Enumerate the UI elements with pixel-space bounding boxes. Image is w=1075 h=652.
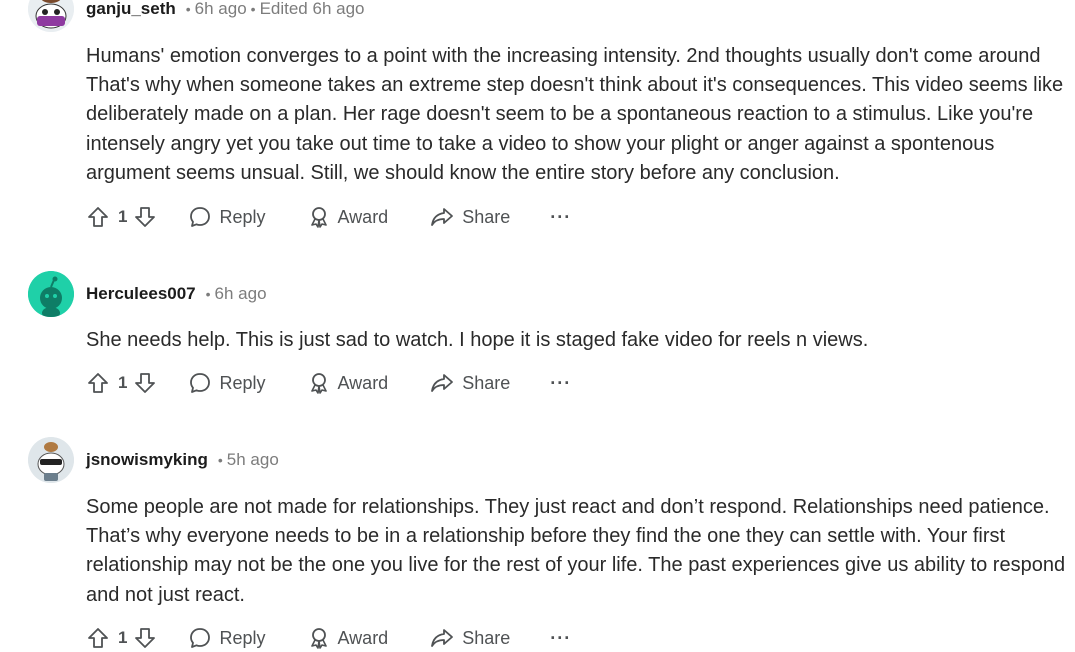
share-icon [431, 629, 454, 647]
reply-icon [190, 373, 211, 393]
upvote-button[interactable] [86, 371, 110, 395]
timestamp: 6h ago [214, 284, 267, 303]
upvote-button[interactable] [86, 626, 110, 650]
award-button[interactable]: Award [308, 206, 389, 228]
comment-header: ganju_seth • 6h ago • Edited 6h ago [28, 0, 365, 32]
separator-dot: • [250, 1, 256, 17]
reply-label: Reply [219, 372, 266, 393]
snoo-avatar-icon [28, 437, 74, 483]
award-label: Award [337, 372, 389, 393]
more-icon: ··· [550, 206, 572, 227]
separator-dot: • [217, 452, 223, 468]
vote-score: 1 [118, 373, 128, 392]
upvote-icon [88, 628, 108, 648]
comment-thread: ganju_seth • 6h ago • Edited 6h ago Huma… [0, 0, 1075, 652]
share-button[interactable]: Share [430, 372, 510, 394]
award-button[interactable]: Award [308, 627, 389, 649]
downvote-icon [135, 628, 156, 648]
comment-actions: 1 Reply Award Share ··· [86, 621, 571, 652]
snoo-avatar-icon [28, 271, 74, 317]
separator-dot: • [185, 1, 191, 17]
reply-button[interactable]: Reply [189, 372, 266, 394]
edited-label: Edited 6h ago [259, 0, 365, 18]
more-options-button[interactable]: ··· [550, 207, 571, 228]
reply-icon [190, 628, 211, 648]
award-icon [310, 207, 327, 228]
timestamp: 6h ago [194, 0, 247, 18]
reply-icon [190, 207, 211, 227]
downvote-button[interactable] [133, 205, 157, 229]
upvote-button[interactable] [86, 205, 110, 229]
reply-label: Reply [219, 206, 266, 227]
share-label: Share [462, 627, 511, 648]
comment-header: Herculees007 • 6h ago [28, 271, 267, 317]
more-icon: ··· [550, 627, 572, 648]
reply-button[interactable]: Reply [189, 206, 266, 228]
more-options-button[interactable]: ··· [550, 628, 571, 649]
separator-dot: • [205, 286, 211, 302]
share-label: Share [462, 206, 511, 227]
share-icon [431, 374, 454, 392]
award-label: Award [337, 206, 389, 227]
username[interactable]: ganju_seth [86, 0, 176, 19]
timestamp: 5h ago [226, 450, 279, 469]
avatar[interactable] [28, 0, 74, 32]
comment-body: Some people are not made for relationshi… [86, 496, 1066, 606]
username[interactable]: Herculees007 [86, 284, 196, 304]
share-button[interactable]: Share [430, 206, 510, 228]
reply-label: Reply [219, 627, 266, 648]
comment-actions: 1 Reply Award Share ··· [86, 200, 571, 234]
downvote-icon [135, 207, 156, 227]
share-label: Share [462, 372, 511, 393]
vote-score: 1 [118, 207, 128, 226]
reply-button[interactable]: Reply [189, 627, 266, 649]
avatar[interactable] [28, 437, 74, 483]
award-label: Award [337, 627, 389, 648]
award-icon [310, 373, 327, 394]
more-icon: ··· [550, 372, 572, 393]
vote-score: 1 [118, 628, 128, 647]
share-button[interactable]: Share [430, 627, 510, 649]
comment-body: Humans' emotion converges to a point wit… [86, 45, 1064, 184]
username[interactable]: jsnowismyking [86, 450, 208, 470]
downvote-button[interactable] [133, 371, 157, 395]
award-button[interactable]: Award [308, 372, 389, 394]
share-icon [431, 208, 454, 226]
downvote-icon [135, 373, 156, 393]
comment-actions: 1 Reply Award Share ··· [86, 366, 571, 400]
more-options-button[interactable]: ··· [550, 373, 571, 394]
comment-body: She needs help. This is just sad to watc… [86, 329, 869, 351]
award-icon [310, 628, 327, 649]
downvote-button[interactable] [133, 626, 157, 650]
snoo-avatar-icon [28, 0, 74, 32]
upvote-icon [88, 373, 108, 393]
upvote-icon [88, 207, 108, 227]
avatar[interactable] [28, 271, 74, 317]
comment-header: jsnowismyking • 5h ago [28, 437, 279, 483]
